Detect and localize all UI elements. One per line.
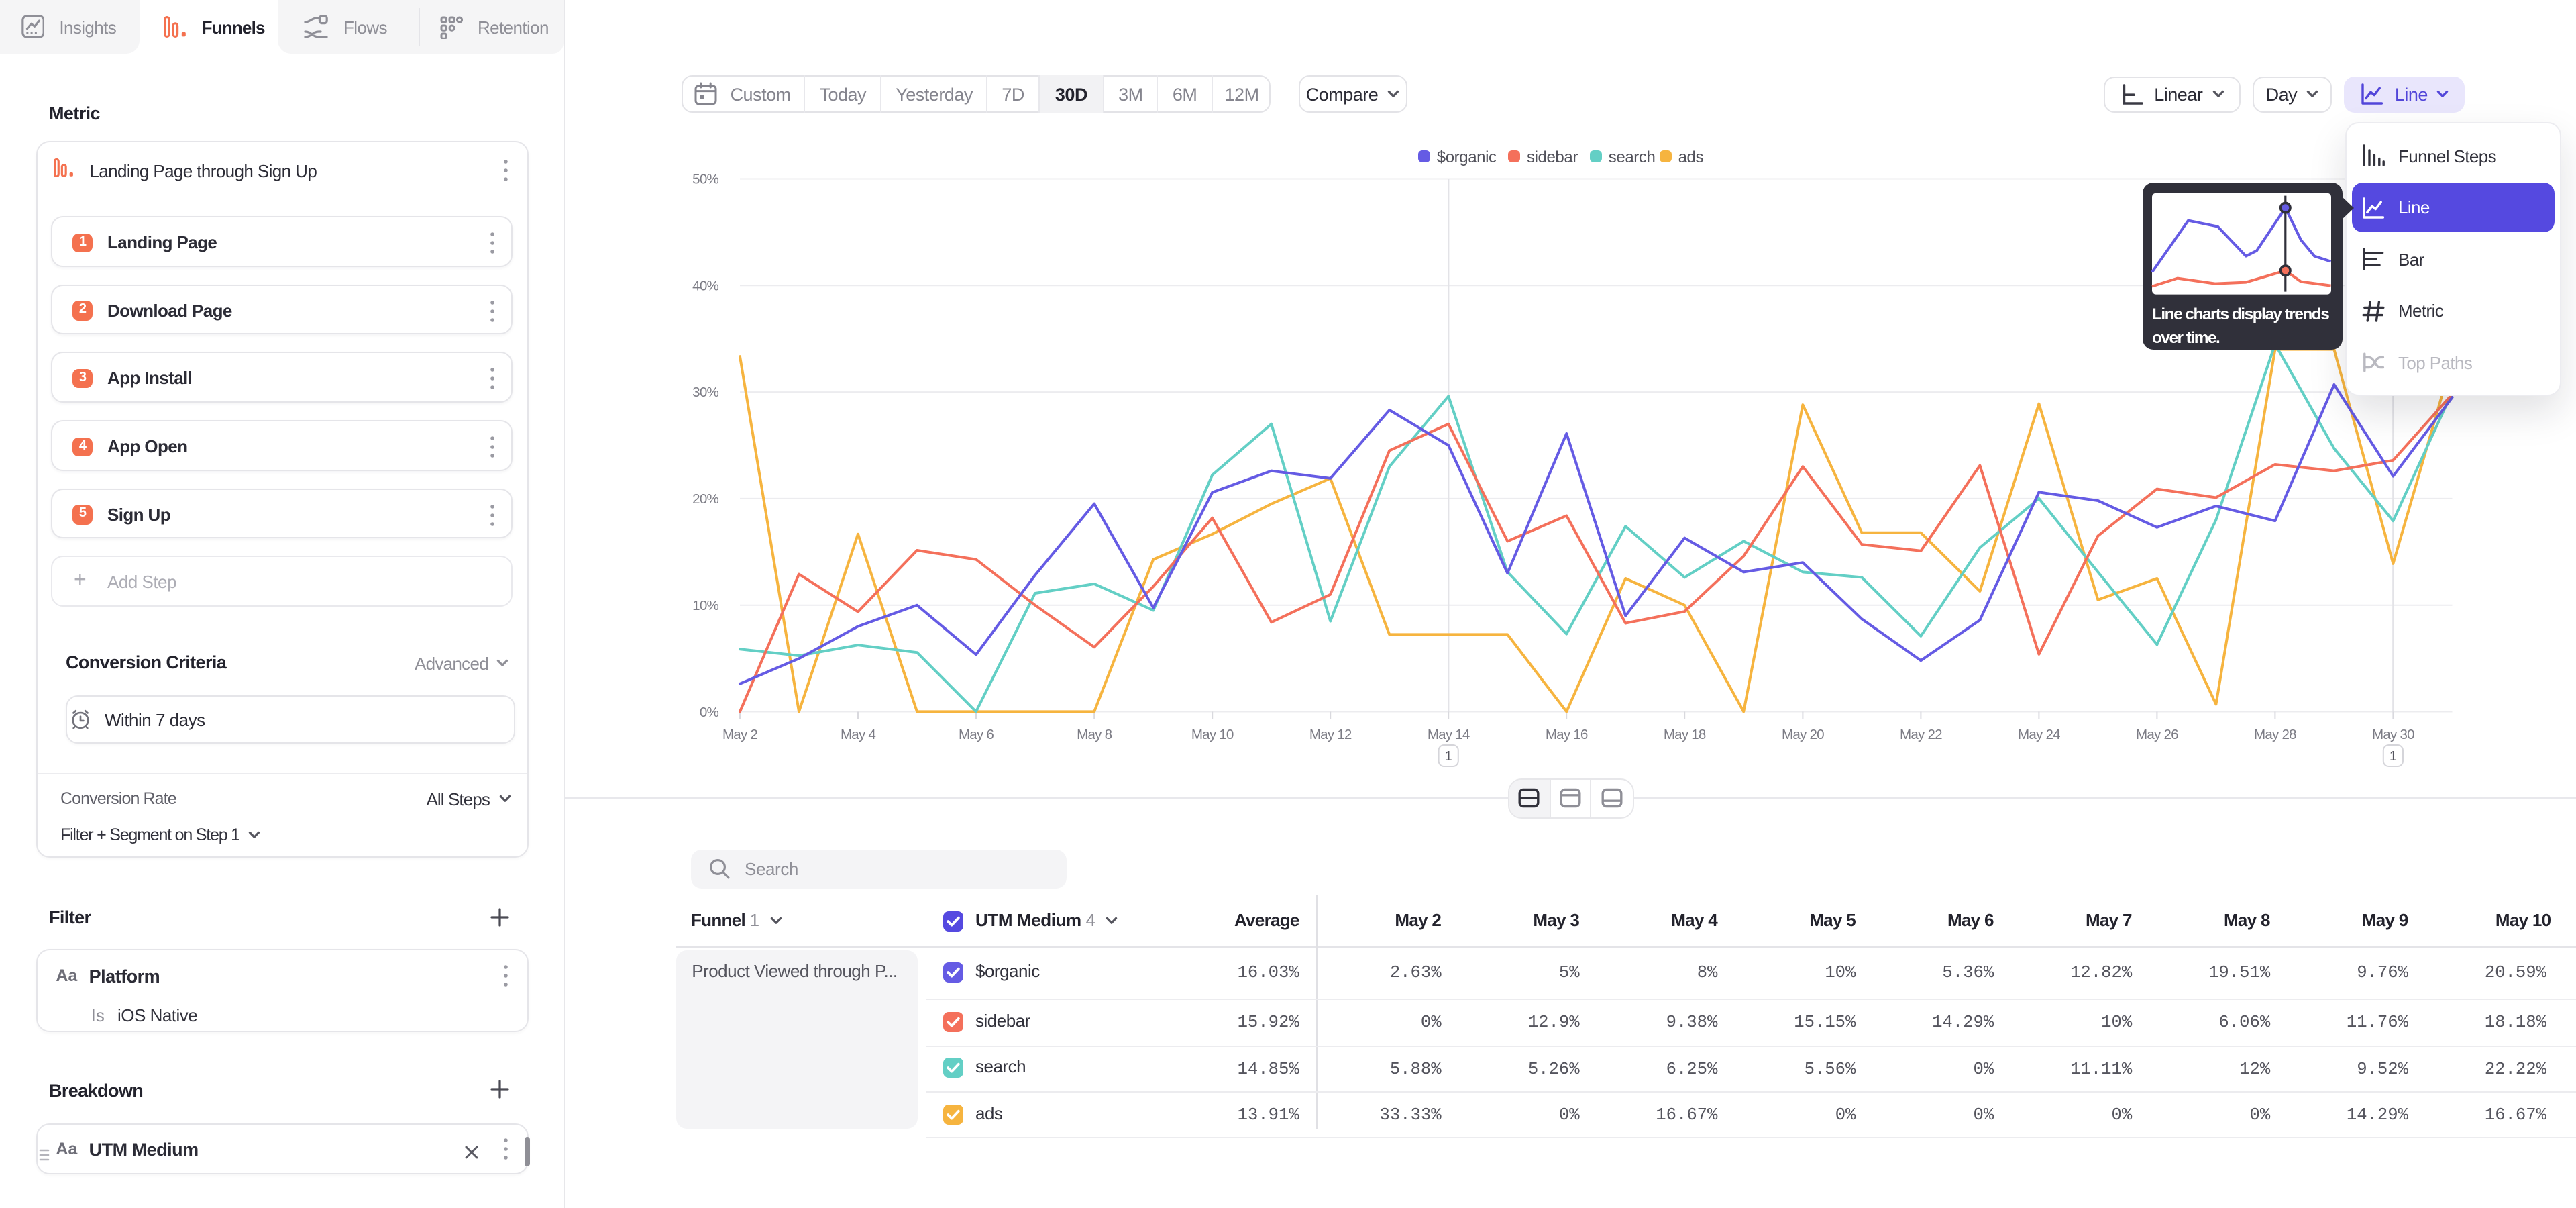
- svg-text:50%: 50%: [692, 172, 718, 187]
- svg-text:40%: 40%: [692, 278, 718, 293]
- svg-text:over time.: over time.: [2152, 329, 2220, 347]
- svg-text:30%: 30%: [692, 385, 718, 400]
- svg-text:1: 1: [2390, 749, 2397, 764]
- svg-text:May 18: May 18: [1664, 727, 1706, 742]
- svg-text:May 28: May 28: [2254, 727, 2296, 742]
- svg-text:May 26: May 26: [2136, 727, 2178, 742]
- svg-text:1: 1: [1445, 749, 1452, 764]
- svg-text:May 24: May 24: [2018, 727, 2060, 742]
- svg-text:May 4: May 4: [841, 727, 875, 742]
- svg-text:May 12: May 12: [1309, 727, 1352, 742]
- svg-text:May 16: May 16: [1546, 727, 1588, 742]
- svg-text:May 14: May 14: [1428, 727, 1470, 742]
- svg-text:May 20: May 20: [1782, 727, 1824, 742]
- svg-text:May 10: May 10: [1191, 727, 1234, 742]
- svg-text:10%: 10%: [692, 598, 718, 613]
- svg-text:May 8: May 8: [1077, 727, 1112, 742]
- svg-text:May 2: May 2: [722, 727, 757, 742]
- svg-text:Line charts display trends: Line charts display trends: [2152, 305, 2329, 323]
- svg-text:May 6: May 6: [959, 727, 994, 742]
- svg-text:20%: 20%: [692, 491, 718, 507]
- svg-text:May 30: May 30: [2372, 727, 2414, 742]
- svg-text:May 22: May 22: [1900, 727, 1942, 742]
- svg-text:0%: 0%: [700, 705, 719, 720]
